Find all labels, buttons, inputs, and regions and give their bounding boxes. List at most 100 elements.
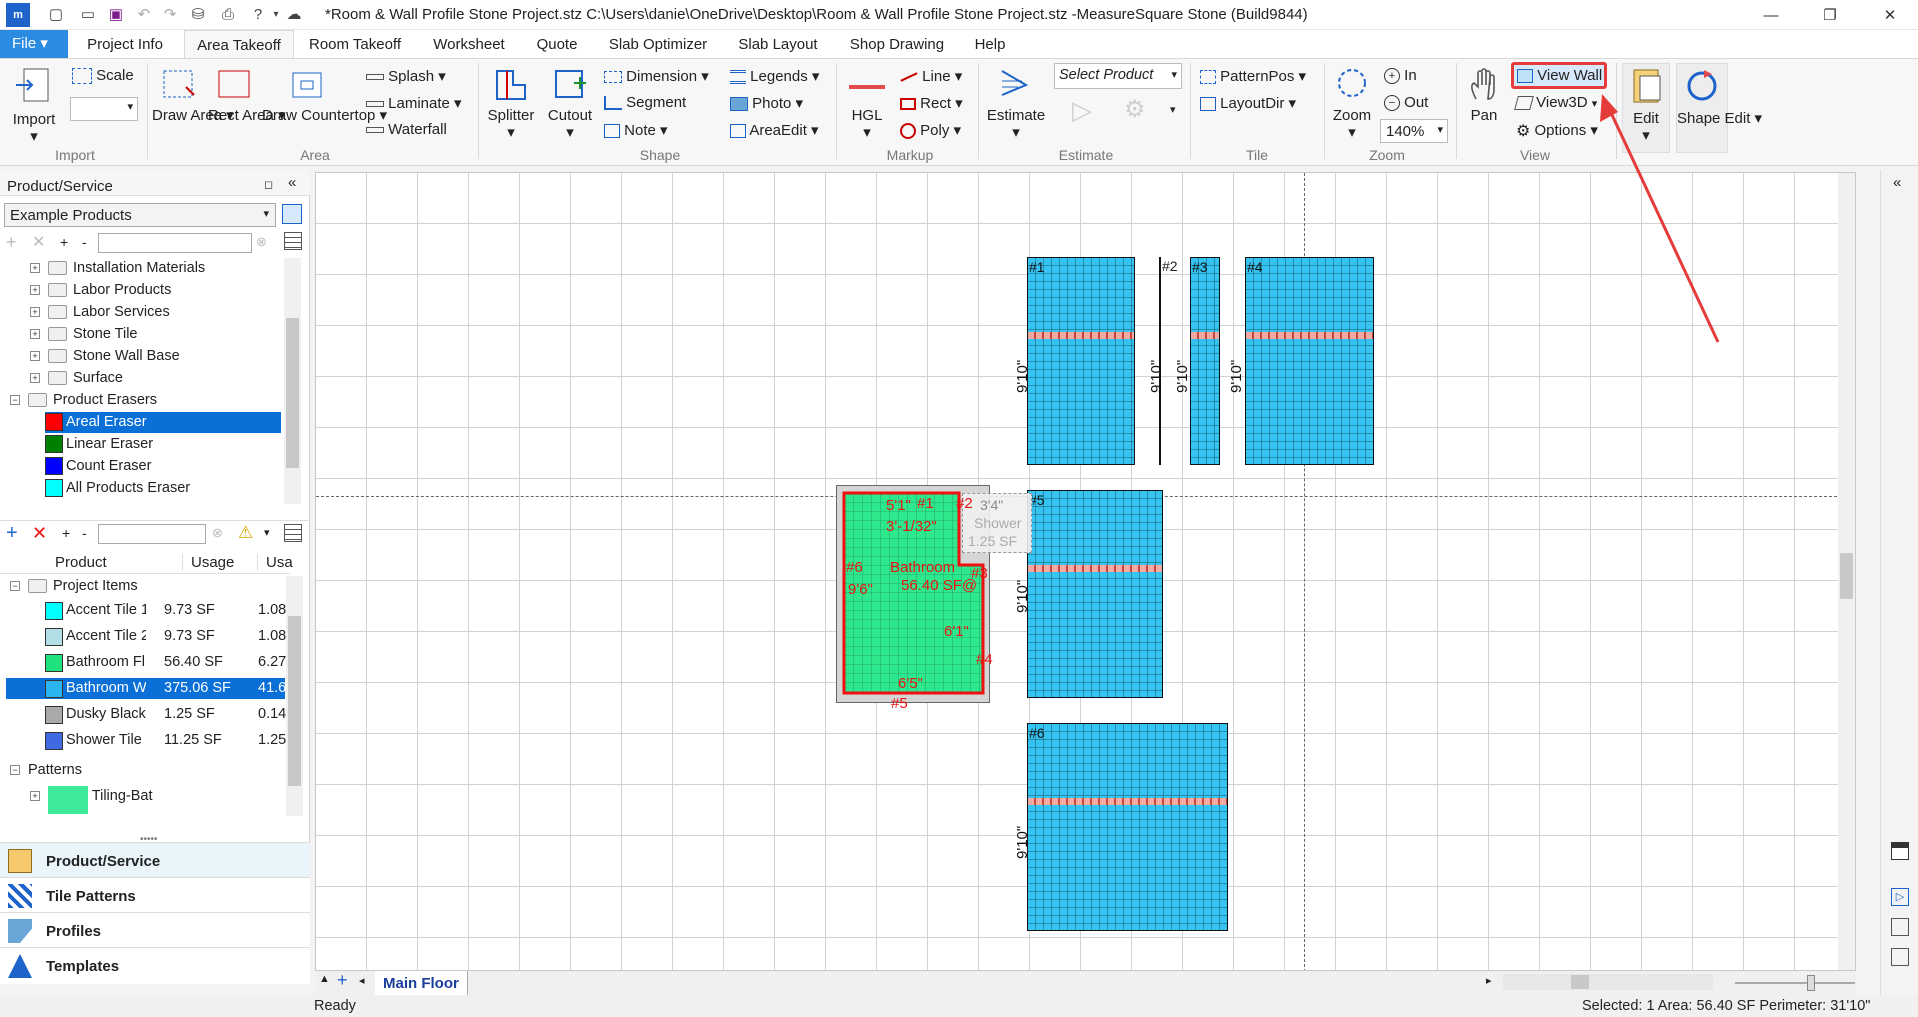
add-item-icon[interactable]: + <box>6 522 18 545</box>
table-row[interactable]: Bathroom Fl 56.40 SF 6.27 <box>45 652 286 673</box>
undo-icon[interactable]: ↶ <box>134 5 154 25</box>
play-icon[interactable]: ▷ <box>1072 95 1092 126</box>
rect-button[interactable]: Rect ▾ <box>900 94 963 112</box>
project-items-scrollbar[interactable] <box>286 576 303 816</box>
restore-button[interactable]: ❐ <box>1815 5 1845 27</box>
nav-tile-patterns[interactable]: Tile Patterns <box>0 877 310 912</box>
tab-help[interactable]: Help <box>966 30 1014 58</box>
hgl-button[interactable]: HGL ▾ <box>844 65 890 141</box>
expand-node-icon[interactable]: + <box>30 263 40 274</box>
wall-5[interactable]: #5 <box>1027 490 1163 698</box>
zoom-slider[interactable] <box>1735 975 1855 991</box>
column-header-usage[interactable]: Usage <box>182 554 234 571</box>
tab-slab-layout[interactable]: Slab Layout <box>730 30 826 58</box>
table-row[interactable]: Accent Tile 1 9.73 SF 1.08 <box>45 600 286 621</box>
tree-item-count-eraser[interactable]: Count Eraser <box>45 456 151 477</box>
expand-right-panel-icon[interactable]: « <box>1893 174 1901 191</box>
collapse-node-icon[interactable]: − <box>10 395 20 406</box>
column-header-product[interactable]: Product <box>55 554 107 571</box>
sheet-tab-main-floor[interactable]: Main Floor <box>375 971 468 995</box>
pin-icon[interactable]: ◻ <box>264 178 273 191</box>
tab-quote[interactable]: Quote <box>528 30 586 58</box>
tree-item-stone-wall-base[interactable]: + Stone Wall Base <box>30 346 180 367</box>
canvas-horizontal-scrollbar[interactable] <box>1503 974 1713 990</box>
new-file-icon[interactable]: ▢ <box>46 5 66 25</box>
tab-area-takeoff[interactable]: Area Takeoff <box>184 30 294 58</box>
tree-item-areal-eraser[interactable]: Areal Eraser <box>45 412 281 433</box>
tree-item-all-products-eraser[interactable]: All Products Eraser <box>45 478 190 499</box>
options-button[interactable]: ⚙ Options ▾ <box>1516 121 1598 141</box>
warning-icon[interactable]: ⚠ <box>238 523 253 543</box>
zoom-level-combo[interactable]: 140% ▾ <box>1380 119 1448 143</box>
project-items-search-input[interactable] <box>98 524 206 544</box>
cutout-button[interactable]: Cutout ▾ <box>544 65 596 141</box>
tab-room-takeoff[interactable]: Room Takeoff <box>302 30 408 58</box>
product-catalog-select[interactable]: Example Products ▾ <box>4 203 276 227</box>
photo-button[interactable]: Photo ▾ <box>730 94 803 112</box>
legends-button[interactable]: Legends ▾ <box>730 67 819 85</box>
scale-button[interactable]: Scale <box>72 67 134 85</box>
view3d-button[interactable]: View3D ▾ <box>1514 94 1597 111</box>
open-folder-icon[interactable]: ▭ <box>78 5 98 25</box>
zoom-button[interactable]: Zoom ▾ <box>1328 65 1376 141</box>
tree-item-surface[interactable]: + Surface <box>30 368 123 389</box>
estimate-button[interactable]: Estimate ▾ <box>984 65 1048 141</box>
clear-search-icon[interactable]: ⊗ <box>256 234 267 250</box>
laminate-button[interactable]: Laminate ▾ <box>366 94 462 112</box>
cloud-icon[interactable]: ☁ <box>284 5 304 25</box>
dock-icon-3[interactable] <box>1891 918 1909 936</box>
save-icon[interactable]: ▣ <box>106 5 126 25</box>
dock-play-icon[interactable]: ▷ <box>1891 888 1909 906</box>
segment-button[interactable]: Segment <box>604 94 686 111</box>
file-menu-button[interactable]: File ▾ <box>0 30 68 58</box>
grid-view-icon[interactable] <box>284 524 302 542</box>
tree-item-installation-materials[interactable]: + Installation Materials <box>30 258 205 279</box>
tree-item-product-erasers[interactable]: − Product Erasers <box>10 390 157 411</box>
pan-button[interactable]: Pan <box>1464 65 1504 124</box>
zoom-out-button[interactable]: − Out <box>1384 94 1428 112</box>
waterfall-button[interactable]: Waterfall <box>366 121 447 138</box>
canvas-vertical-scrollbar[interactable] <box>1838 173 1855 970</box>
add-sheet-icon[interactable]: + <box>337 970 348 991</box>
tree-item-stone-tile[interactable]: + Stone Tile <box>30 324 138 345</box>
draw-area-button[interactable]: Draw Area ▾ <box>152 65 234 124</box>
clear-search-icon[interactable]: ⊗ <box>212 525 223 541</box>
scroll-up-icon[interactable]: ▲ <box>319 973 330 985</box>
tab-project-info[interactable]: Project Info <box>76 30 174 58</box>
wall-4[interactable]: #4 <box>1245 257 1374 465</box>
wall-3[interactable]: #3 <box>1190 257 1220 465</box>
warning-dropdown-icon[interactable]: ▾ <box>264 526 270 539</box>
tree-scrollbar[interactable] <box>284 258 301 504</box>
tree-item-labor-services[interactable]: + Labor Services <box>30 302 170 323</box>
collapse-panel-icon[interactable]: « <box>288 174 296 191</box>
expand-icon[interactable]: + <box>60 234 68 250</box>
expand-node-icon[interactable]: + <box>30 329 40 340</box>
dock-icon-1[interactable] <box>1891 842 1909 860</box>
table-row[interactable]: Shower Tile 11.25 SF 1.25 <box>45 730 286 751</box>
tree-search-input[interactable] <box>98 233 252 253</box>
delete-icon[interactable]: ✕ <box>32 232 45 252</box>
redo-icon[interactable]: ↷ <box>160 5 180 25</box>
help-dropdown-icon[interactable]: ▾ <box>266 5 286 25</box>
dock-icon-4[interactable] <box>1891 948 1909 966</box>
expand-node-icon[interactable]: + <box>30 307 40 318</box>
area-edit-button[interactable]: AreaEdit ▾ <box>730 121 819 139</box>
layout-dir-button[interactable]: LayoutDir ▾ <box>1200 94 1296 112</box>
collapse-all-icon[interactable]: - <box>82 525 87 541</box>
splash-button[interactable]: Splash ▾ <box>366 67 446 85</box>
note-button[interactable]: Note ▾ <box>604 121 668 139</box>
tab-shop-drawing[interactable]: Shop Drawing <box>842 30 952 58</box>
wall-1[interactable]: #1 <box>1027 257 1135 465</box>
import-button[interactable]: Import ▾ <box>8 65 60 145</box>
expand-node-icon[interactable]: + <box>30 285 40 296</box>
splitter-button[interactable]: Splitter ▾ <box>484 65 538 141</box>
pattern-pos-button[interactable]: PatternPos ▾ <box>1200 67 1306 85</box>
minimize-button[interactable]: — <box>1756 5 1786 27</box>
next-sheet-icon[interactable]: ▸ <box>1486 974 1492 987</box>
draw-countertop-button[interactable]: Draw Countertop ▾ <box>262 65 387 124</box>
rect-area-button[interactable]: Rect Area ▾ <box>208 65 286 124</box>
line-button[interactable]: Line ▾ <box>900 67 962 85</box>
tab-worksheet[interactable]: Worksheet <box>424 30 514 58</box>
collapse-node-icon[interactable]: − <box>10 581 20 592</box>
nav-product-service[interactable]: Product/Service <box>0 842 310 877</box>
